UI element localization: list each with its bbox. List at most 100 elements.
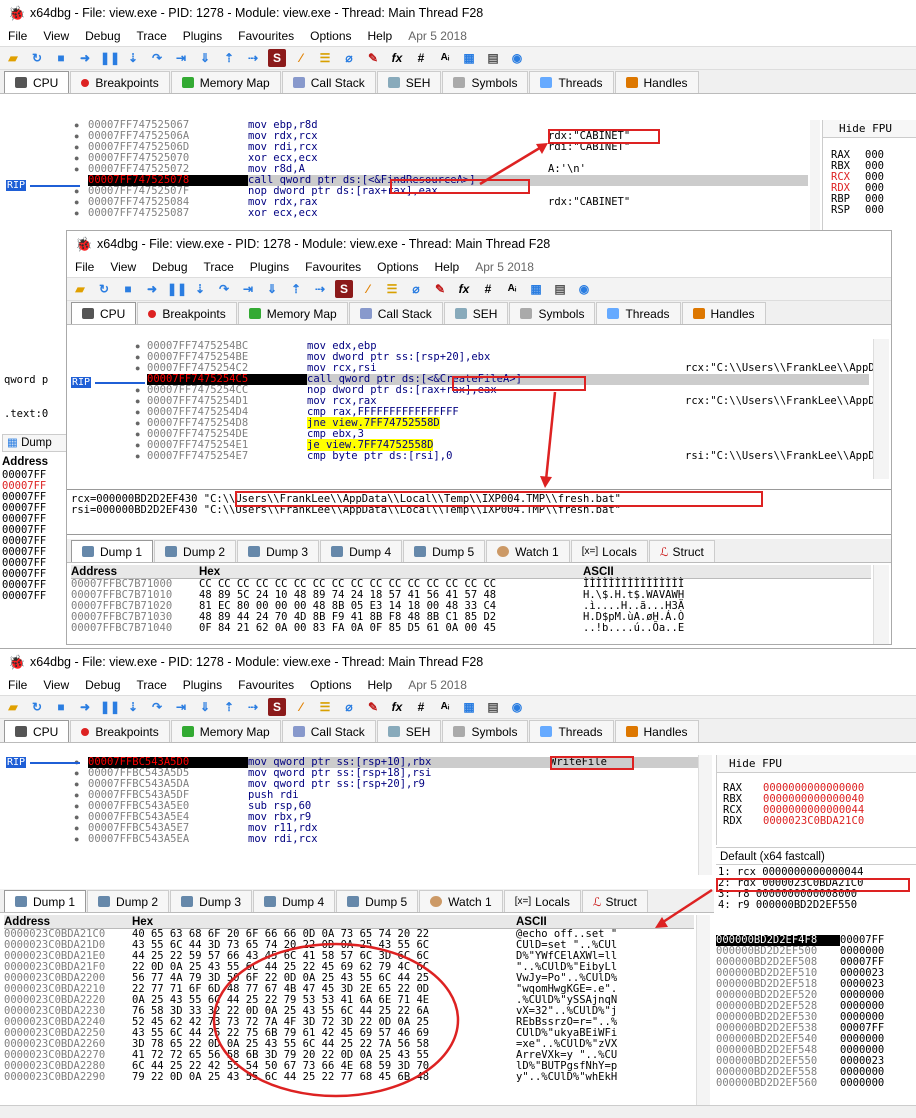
comments-icon[interactable]: ☰ [383,280,401,298]
step-over-icon[interactable]: ↷ [148,698,166,716]
disasm-row[interactable]: 00007FF7475254BC mov edx,ebp [147,341,869,352]
menu-view[interactable]: View [43,678,69,692]
dump-grid-2[interactable]: Address Hex ASCII 00007FFBC7B71000 CC CC CC … [71,565,871,634]
menu-options[interactable]: Options [310,678,351,692]
notes-icon[interactable]: ▤ [484,698,502,716]
tab-watch-1[interactable]: Watch 1 [419,890,503,912]
tab-breakpoints[interactable]: Breakpoints [70,71,170,93]
run-to-user-code-icon[interactable]: ⇢ [244,49,262,67]
trace-into-icon[interactable]: ⇥ [239,280,257,298]
tab-struct[interactable]: ℒ Struct [581,890,648,912]
tab-seh[interactable]: SEH [376,71,442,93]
tab-call-stack[interactable]: Call Stack [281,71,376,93]
tab-locals[interactable]: [x=] Locals [503,890,581,912]
comments-icon[interactable]: ☰ [316,49,334,67]
pause-icon[interactable]: ❚❚ [100,698,120,716]
tab-cpu[interactable]: CPU [71,302,137,324]
scylla-icon[interactable]: S [268,698,286,716]
functions-icon[interactable]: fx [388,49,406,67]
menu-debug[interactable]: Debug [152,260,187,274]
tab-call-stack[interactable]: Call Stack [281,720,376,742]
functions-icon[interactable]: fx [388,698,406,716]
scylla-icon[interactable]: S [268,49,286,67]
disasm-row[interactable]: 00007FF7475254D4 cmp rax,FFFFFFFFFFFFFFFF [147,407,869,418]
dump-grid-3[interactable]: Address Hex ASCII 0000023C0BDA21C0 40 65 63 … [4,915,694,1083]
tab-breakpoints[interactable]: Breakpoints [70,720,170,742]
step-over-icon[interactable]: ↷ [215,280,233,298]
trace-over-icon[interactable]: ⇓ [196,698,214,716]
calling-convention-select[interactable]: Default (x64 fastcall) [716,847,916,865]
pause-icon[interactable]: ❚❚ [100,49,120,67]
globe-icon[interactable]: ◉ [508,698,526,716]
open-folder-icon[interactable]: ▰ [4,49,22,67]
functions-icon[interactable]: fx [455,280,473,298]
tab-cpu[interactable]: CPU [4,71,70,93]
menu-trace[interactable]: Trace [137,29,167,43]
tab-struct[interactable]: ℒ Struct [648,540,715,562]
disasm-row[interactable]: 00007FF74752506D mov rdi,rcx rdi:"CABINET" [88,142,808,153]
disasm-row[interactable]: 00007FFBC543A5EA mov rdi,rcx [88,834,698,845]
disasm-view-1[interactable]: 00007FF747525067 mov ebp,r8d 00007FF747525… [88,120,808,219]
stack-row[interactable]: 000000BD2D2EF560 0000000 [716,1078,916,1089]
tab-handles[interactable]: Handles [614,71,699,93]
hide-fpu-button[interactable]: Hide FPU [717,755,916,773]
run-to-user-code-icon[interactable]: ⇢ [311,280,329,298]
trace-into-icon[interactable]: ⇥ [172,49,190,67]
globe-icon[interactable]: ◉ [508,49,526,67]
tab-dump-2[interactable]: Dump 2 [87,890,170,912]
tab-symbols[interactable]: Symbols [509,302,596,324]
trace-over-icon[interactable]: ⇓ [196,49,214,67]
tab-dump-1[interactable]: Dump 1 [71,540,154,562]
tab-dump-4[interactable]: Dump 4 [253,890,336,912]
menu-help[interactable]: Help [368,29,393,43]
menu-debug[interactable]: Debug [85,29,120,43]
dump-scrollbar-3[interactable] [696,915,710,1109]
menu-file[interactable]: File [8,678,27,692]
tab-symbols[interactable]: Symbols [442,71,529,93]
disasm-row[interactable]: 00007FF74752506A mov rdx,rcx rdx:"CABINET" [88,131,808,142]
bookmarks-icon[interactable]: ✎ [431,280,449,298]
disasm-scrollbar-1[interactable] [810,120,820,230]
menu-view[interactable]: View [110,260,136,274]
tab-seh[interactable]: SEH [443,302,509,324]
breakpoint-gutter[interactable]: ●●●●●●●● [74,757,79,845]
dump-row[interactable]: 00007FFBC7B71040 0F 84 21 62 0A 00 83 FA … [71,623,871,634]
menu-debug[interactable]: Debug [85,678,120,692]
tab-locals[interactable]: [x=] Locals [570,540,648,562]
patch-icon[interactable]: ⁄ [292,698,310,716]
trace-over-icon[interactable]: ⇓ [263,280,281,298]
tab-dump-5[interactable]: Dump 5 [336,890,419,912]
tab-dump-3[interactable]: Dump 3 [237,540,320,562]
tab-dump-3[interactable]: Dump 3 [170,890,253,912]
globe-icon[interactable]: ◉ [575,280,593,298]
tab-handles[interactable]: Handles [681,302,766,324]
disasm-view-2[interactable]: 00007FF7475254BC mov edx,ebp 00007FF747525… [147,341,887,462]
patch-icon[interactable]: ⁄ [292,49,310,67]
menu-plugins[interactable]: Plugins [250,260,289,274]
calc-icon[interactable]: ▦ [460,49,478,67]
disasm-row[interactable]: 00007FF7475254E7 cmp byte ptr ds:[rsi],0 r… [147,451,887,462]
menu-view[interactable]: View [43,29,69,43]
tab-threads[interactable]: Threads [529,71,614,93]
disasm-row[interactable]: 00007FF7475254D1 mov rcx,rax rcx:"C:\\User… [147,396,887,407]
step-over-icon[interactable]: ↷ [148,49,166,67]
variables-icon[interactable]: # [412,698,430,716]
comments-icon[interactable]: ☰ [316,698,334,716]
pause-icon[interactable]: ❚❚ [167,280,187,298]
tab-call-stack[interactable]: Call Stack [348,302,443,324]
execute-till-return-icon[interactable]: ⇡ [220,698,238,716]
bookmarks-icon[interactable]: ✎ [364,698,382,716]
execute-till-return-icon[interactable]: ⇡ [287,280,305,298]
stack-view[interactable]: 000000BD2D2EF4F8 00007FF 000000BD2D2EF500 0… [716,935,916,1089]
menu-favourites[interactable]: Favourites [238,29,294,43]
menu-file[interactable]: File [75,260,94,274]
disasm-row[interactable]: 00007FF747525084 mov rdx,rax rdx:"CABINET" [88,197,808,208]
tab-dump-5[interactable]: Dump 5 [403,540,486,562]
tab-cpu[interactable]: CPU [4,720,70,742]
notes-icon[interactable]: ▤ [484,49,502,67]
menu-file[interactable]: File [8,29,27,43]
tab-memory-map[interactable]: Memory Map [237,302,348,324]
dump-scrollbar-2[interactable] [873,565,889,644]
run-to-user-code-icon[interactable]: ⇢ [244,698,262,716]
open-folder-icon[interactable]: ▰ [4,698,22,716]
